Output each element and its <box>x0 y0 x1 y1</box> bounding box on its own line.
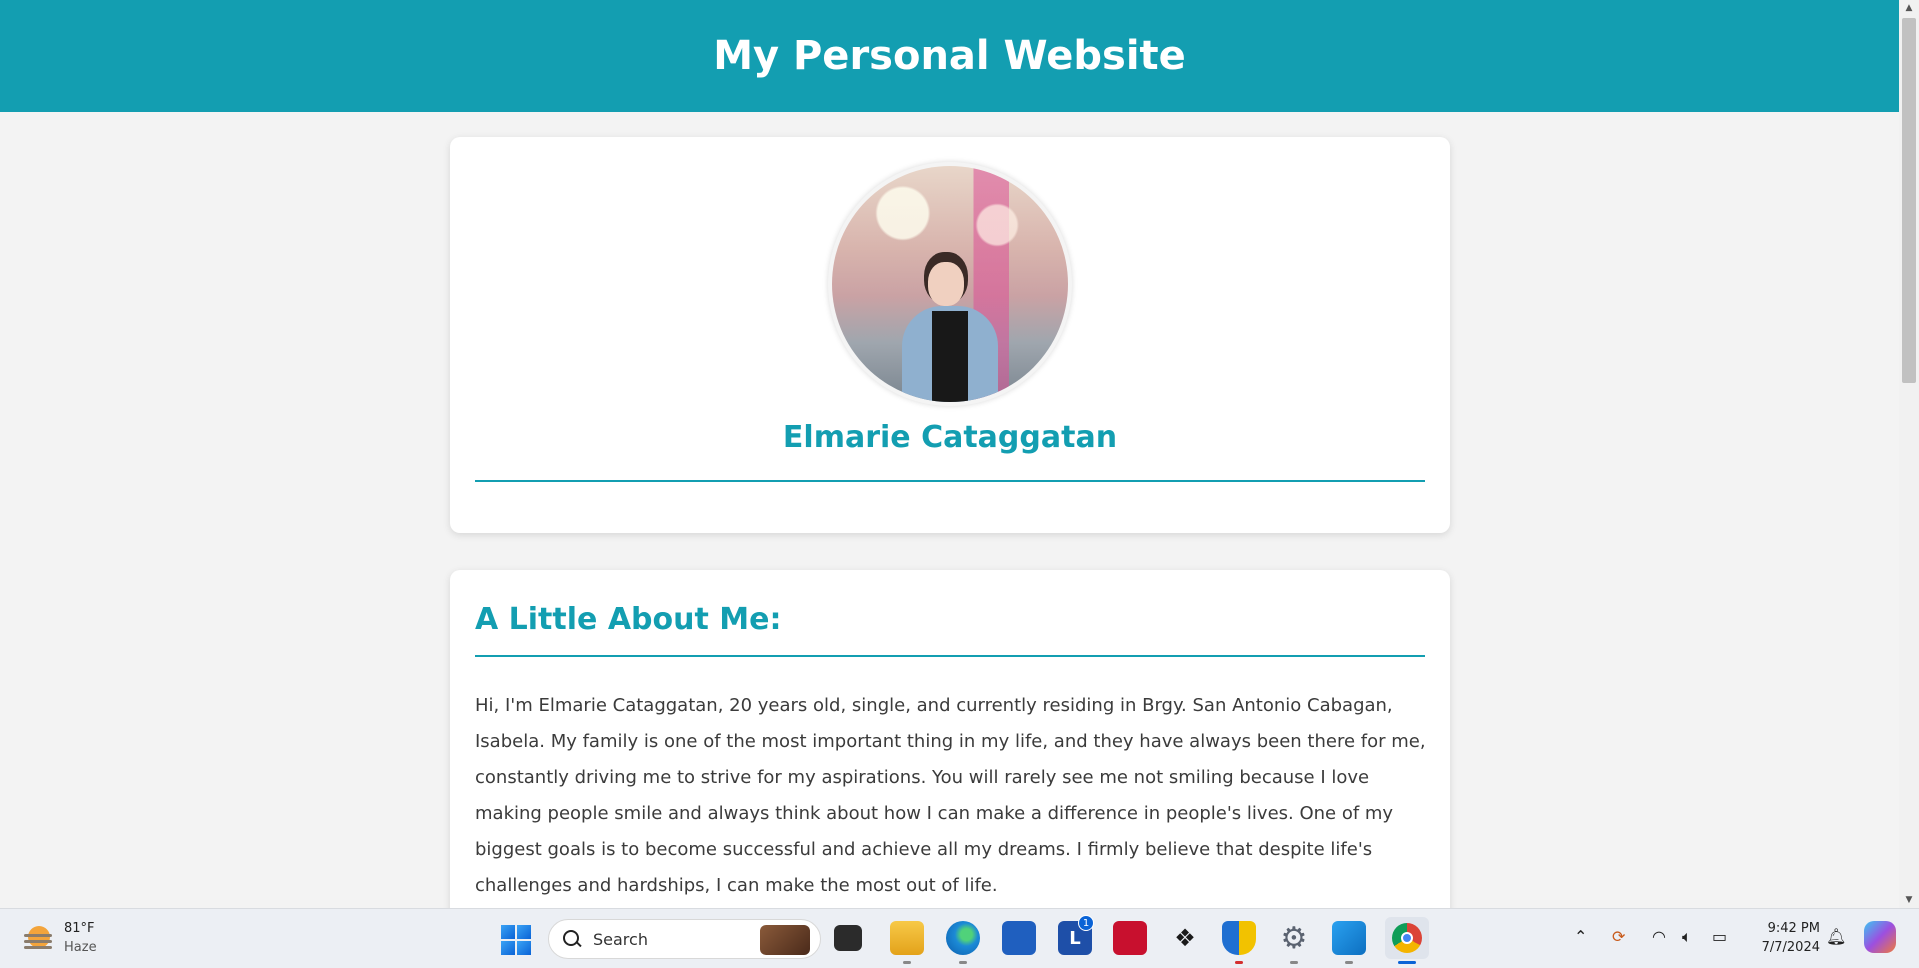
search-highlight-image <box>760 925 810 955</box>
weather-condition: Haze <box>64 940 97 955</box>
wifi-icon[interactable]: ◠ <box>1652 927 1666 946</box>
search-placeholder: Search <box>593 929 648 949</box>
about-divider <box>475 655 1425 657</box>
site-header: My Personal Website <box>0 0 1899 112</box>
l-app-letter: L <box>1069 927 1081 949</box>
mcafee-icon[interactable] <box>1113 921 1147 955</box>
site-title: My Personal Website <box>713 33 1186 79</box>
vscode-icon[interactable] <box>1332 921 1366 955</box>
dropbox-icon[interactable]: ❖ <box>1168 921 1202 955</box>
avatar-person-head <box>928 262 964 306</box>
avatar <box>832 166 1068 402</box>
browser-viewport: My Personal Website Elmarie Cataggatan A… <box>0 0 1919 908</box>
notifications-icon[interactable]: 🔔︎ <box>1826 927 1846 946</box>
windows-taskbar: 81°F Haze Search L 1 ❖ ⚙ ⌃ ⟳ ◠ 🔈︎ ▭ 9:42… <box>0 908 1919 968</box>
copilot-icon[interactable] <box>1864 921 1896 953</box>
sync-icon[interactable]: ⟳ <box>1612 927 1625 946</box>
folder-running-indicator <box>903 961 911 964</box>
scroll-up-arrow-icon[interactable]: ▲ <box>1899 0 1919 16</box>
weather-temp: 81°F <box>64 921 95 936</box>
system-clock[interactable]: 9:42 PM 7/7/2024 <box>1748 919 1820 957</box>
shield-icon[interactable] <box>1222 921 1256 955</box>
chrome-active-tile[interactable] <box>1385 917 1429 959</box>
gear-icon[interactable]: ⚙ <box>1277 921 1311 956</box>
scrollbar-thumb[interactable] <box>1902 18 1916 383</box>
edge-running-indicator <box>959 961 967 964</box>
windows-start-icon[interactable] <box>501 925 531 955</box>
volume-icon[interactable]: 🔈︎ <box>1682 927 1692 947</box>
vscode-running-indicator <box>1345 961 1353 964</box>
shield-running-indicator <box>1235 961 1243 964</box>
avatar-frame <box>828 162 1072 406</box>
haze-weather-icon <box>22 922 54 954</box>
clock-date: 7/7/2024 <box>1761 940 1820 955</box>
scroll-down-arrow-icon[interactable]: ▼ <box>1899 892 1919 908</box>
profile-card: Elmarie Cataggatan <box>450 137 1450 533</box>
battery-icon[interactable]: ▭ <box>1712 927 1727 946</box>
about-heading: A Little About Me: <box>475 602 782 637</box>
about-text: Hi, I'm Elmarie Cataggatan, 20 years old… <box>475 695 1426 896</box>
taskbar-search[interactable]: Search <box>548 919 821 959</box>
chrome-active-indicator <box>1398 961 1416 964</box>
show-hidden-icons-chevron-icon[interactable]: ⌃ <box>1574 927 1587 946</box>
chrome-icon <box>1392 923 1422 953</box>
task-view-icon[interactable] <box>834 925 862 951</box>
weather-widget[interactable]: 81°F Haze <box>22 919 97 957</box>
l-app-badge: 1 <box>1078 915 1094 931</box>
edge-icon[interactable] <box>946 921 980 955</box>
store-icon[interactable] <box>1002 921 1036 955</box>
clock-time: 9:42 PM <box>1767 921 1820 936</box>
page-scrollbar[interactable]: ▲ ▼ <box>1899 0 1919 908</box>
profile-name: Elmarie Cataggatan <box>782 420 1118 455</box>
folder-icon[interactable] <box>890 921 924 955</box>
gear-running-indicator <box>1290 961 1298 964</box>
about-card: A Little About Me: Hi, I'm Elmarie Catag… <box>450 570 1450 908</box>
profile-divider <box>475 480 1425 482</box>
avatar-person-top <box>932 311 968 402</box>
weather-text: 81°F Haze <box>64 919 97 957</box>
search-icon <box>563 930 581 948</box>
